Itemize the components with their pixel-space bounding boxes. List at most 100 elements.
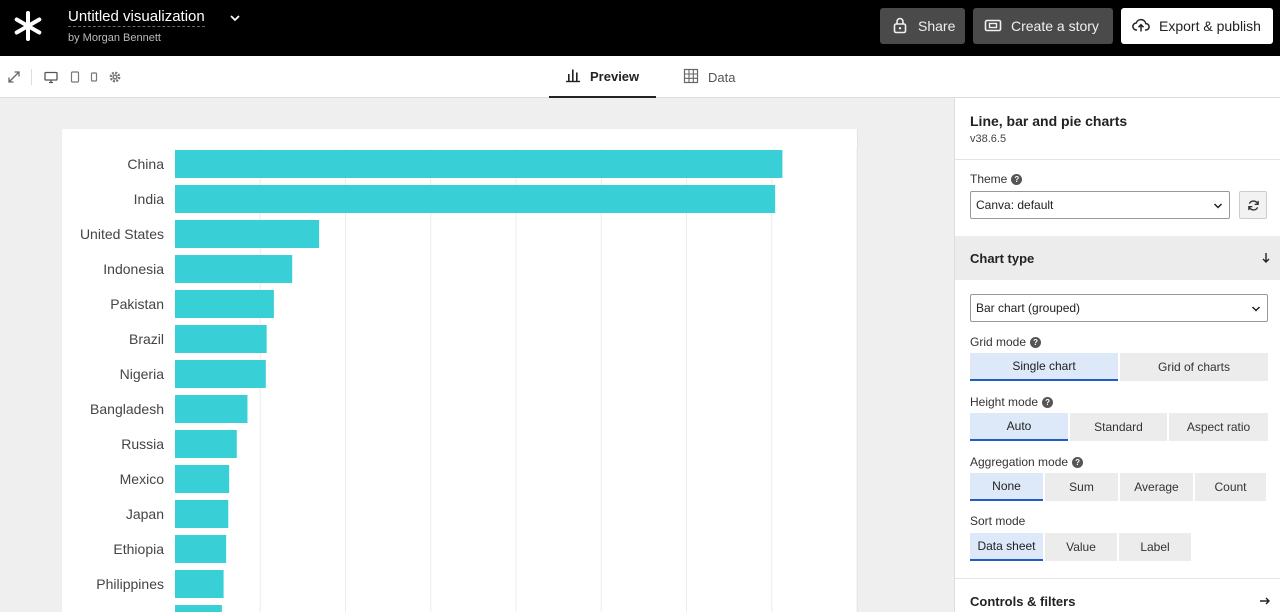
category-label: China [127, 156, 164, 172]
chart-type-section-header[interactable]: Chart type [955, 236, 1280, 280]
view-toolbar: Preview Data [0, 56, 1280, 98]
bar-mexico[interactable] [175, 465, 230, 493]
controls-filters-heading: Controls & filters [970, 593, 1076, 609]
bar-chart: China India United States Indonesia Pakistan… [80, 149, 858, 612]
category-label: Indonesia [103, 261, 164, 277]
bar-china[interactable] [175, 150, 783, 178]
arrow-down-icon [1262, 253, 1270, 263]
bar-ethiopia[interactable] [175, 535, 227, 563]
create-story-label: Create a story [1011, 18, 1099, 34]
bar-nigeria[interactable] [175, 360, 266, 388]
height-mode-auto[interactable]: Auto [970, 413, 1068, 441]
visualization-title[interactable]: Untitled visualization [68, 8, 205, 27]
grid-mode-toggle: Single chart Grid of charts [970, 353, 1270, 381]
category-label: United States [80, 226, 164, 242]
height-mode-label: Height mode ? [970, 395, 1054, 409]
author-byline: by Morgan Bennett [68, 32, 161, 44]
bar-pakistan[interactable] [175, 290, 274, 318]
aggregation-mode-label-text: Aggregation mode [970, 455, 1069, 469]
category-label: Russia [121, 436, 164, 452]
share-label: Share [918, 18, 956, 34]
grid-mode-label-text: Grid mode [970, 335, 1027, 349]
tab-preview[interactable]: Preview [549, 56, 656, 98]
grid-mode-single-chart[interactable]: Single chart [970, 353, 1118, 381]
template-name: Line, bar and pie charts [970, 113, 1128, 129]
story-icon [984, 16, 1002, 37]
section-divider [955, 578, 1280, 579]
refresh-icon [1247, 199, 1259, 211]
bar-philippines[interactable] [175, 570, 224, 598]
app-logo-icon[interactable] [12, 10, 44, 42]
tab-preview-label: Preview [590, 68, 640, 84]
title-area: Untitled visualization by Morgan Bennett [68, 8, 240, 44]
category-label: Japan [126, 506, 164, 522]
bar-partial[interactable] [175, 605, 222, 612]
theme-select[interactable]: Canva: default [970, 191, 1230, 219]
preview-canvas: China India United States Indonesia Pakistan… [0, 98, 954, 612]
mobile-icon[interactable] [87, 70, 101, 84]
bar-bangladesh[interactable] [175, 395, 248, 423]
category-label: Mexico [120, 471, 165, 487]
sort-mode-toggle: Data sheet Value Label [970, 533, 1193, 561]
sort-mode-value[interactable]: Value [1045, 533, 1117, 561]
settings-panel: Line, bar and pie charts v38.6.5 Theme ?… [954, 98, 1280, 612]
chevron-down-icon [1251, 306, 1261, 312]
height-mode-standard[interactable]: Standard [1070, 413, 1167, 441]
help-icon[interactable]: ? [1072, 456, 1084, 468]
export-publish-button[interactable]: Export & publish [1121, 8, 1273, 44]
height-mode-toggle: Auto Standard Aspect ratio [970, 413, 1270, 441]
category-label: Nigeria [120, 366, 165, 382]
theme-select-value: Canva: default [976, 198, 1054, 212]
tab-data-label: Data [708, 69, 736, 85]
category-label: Bangladesh [90, 401, 164, 417]
desktop-icon[interactable] [44, 70, 58, 84]
help-icon[interactable]: ? [1011, 173, 1023, 185]
aggregation-mode-count[interactable]: Count [1195, 473, 1266, 501]
create-story-button[interactable]: Create a story [973, 8, 1113, 44]
cloud-upload-icon [1132, 16, 1150, 37]
chevron-down-icon [1213, 203, 1223, 209]
sort-mode-label: Sort mode [970, 514, 1025, 528]
height-mode-aspect-ratio[interactable]: Aspect ratio [1169, 413, 1268, 441]
category-label: Brazil [129, 331, 164, 347]
lock-icon [891, 16, 909, 37]
bar-indonesia[interactable] [175, 255, 293, 283]
category-label: Philippines [96, 576, 164, 592]
export-publish-label: Export & publish [1159, 18, 1261, 34]
help-icon[interactable]: ? [1030, 336, 1042, 348]
bar-chart-icon [565, 67, 581, 86]
category-label: India [134, 191, 165, 207]
share-button[interactable]: Share [880, 8, 965, 44]
sort-mode-label[interactable]: Label [1119, 533, 1191, 561]
bar-russia[interactable] [175, 430, 237, 458]
category-label: Ethiopia [113, 541, 164, 557]
theme-label: Theme ? [970, 172, 1023, 186]
aggregation-mode-none[interactable]: None [970, 473, 1043, 501]
expand-icon[interactable] [7, 70, 21, 84]
bar-brazil[interactable] [175, 325, 267, 353]
grid-mode-grid-of-charts[interactable]: Grid of charts [1120, 353, 1268, 381]
chart-card: China India United States Indonesia Pakistan… [62, 129, 858, 612]
sort-mode-data-sheet[interactable]: Data sheet [970, 533, 1043, 561]
chart-type-select[interactable]: Bar chart (grouped) [970, 294, 1268, 322]
arrow-right-icon [1260, 597, 1270, 605]
bar-india[interactable] [175, 185, 776, 213]
tablet-icon[interactable] [68, 70, 82, 84]
bar-japan[interactable] [175, 500, 229, 528]
template-version: v38.6.5 [970, 133, 1007, 145]
bar-united-states[interactable] [175, 220, 320, 248]
settings-icon[interactable] [108, 70, 122, 84]
aggregation-mode-toggle: None Sum Average Count [970, 473, 1268, 501]
sort-mode-label-text: Sort mode [970, 514, 1026, 528]
tab-data[interactable]: Data [667, 56, 757, 98]
aggregation-mode-sum[interactable]: Sum [1045, 473, 1118, 501]
refresh-theme-button[interactable] [1239, 191, 1267, 219]
aggregation-mode-average[interactable]: Average [1120, 473, 1193, 501]
chevron-down-icon[interactable] [228, 11, 242, 25]
controls-filters-section-header[interactable]: Controls & filters [955, 581, 1280, 612]
chart-type-select-value: Bar chart (grouped) [976, 301, 1081, 315]
toolbar-divider [31, 69, 32, 85]
height-mode-label-text: Height mode [970, 395, 1039, 409]
help-icon[interactable]: ? [1042, 396, 1054, 408]
aggregation-mode-label: Aggregation mode ? [970, 455, 1084, 469]
